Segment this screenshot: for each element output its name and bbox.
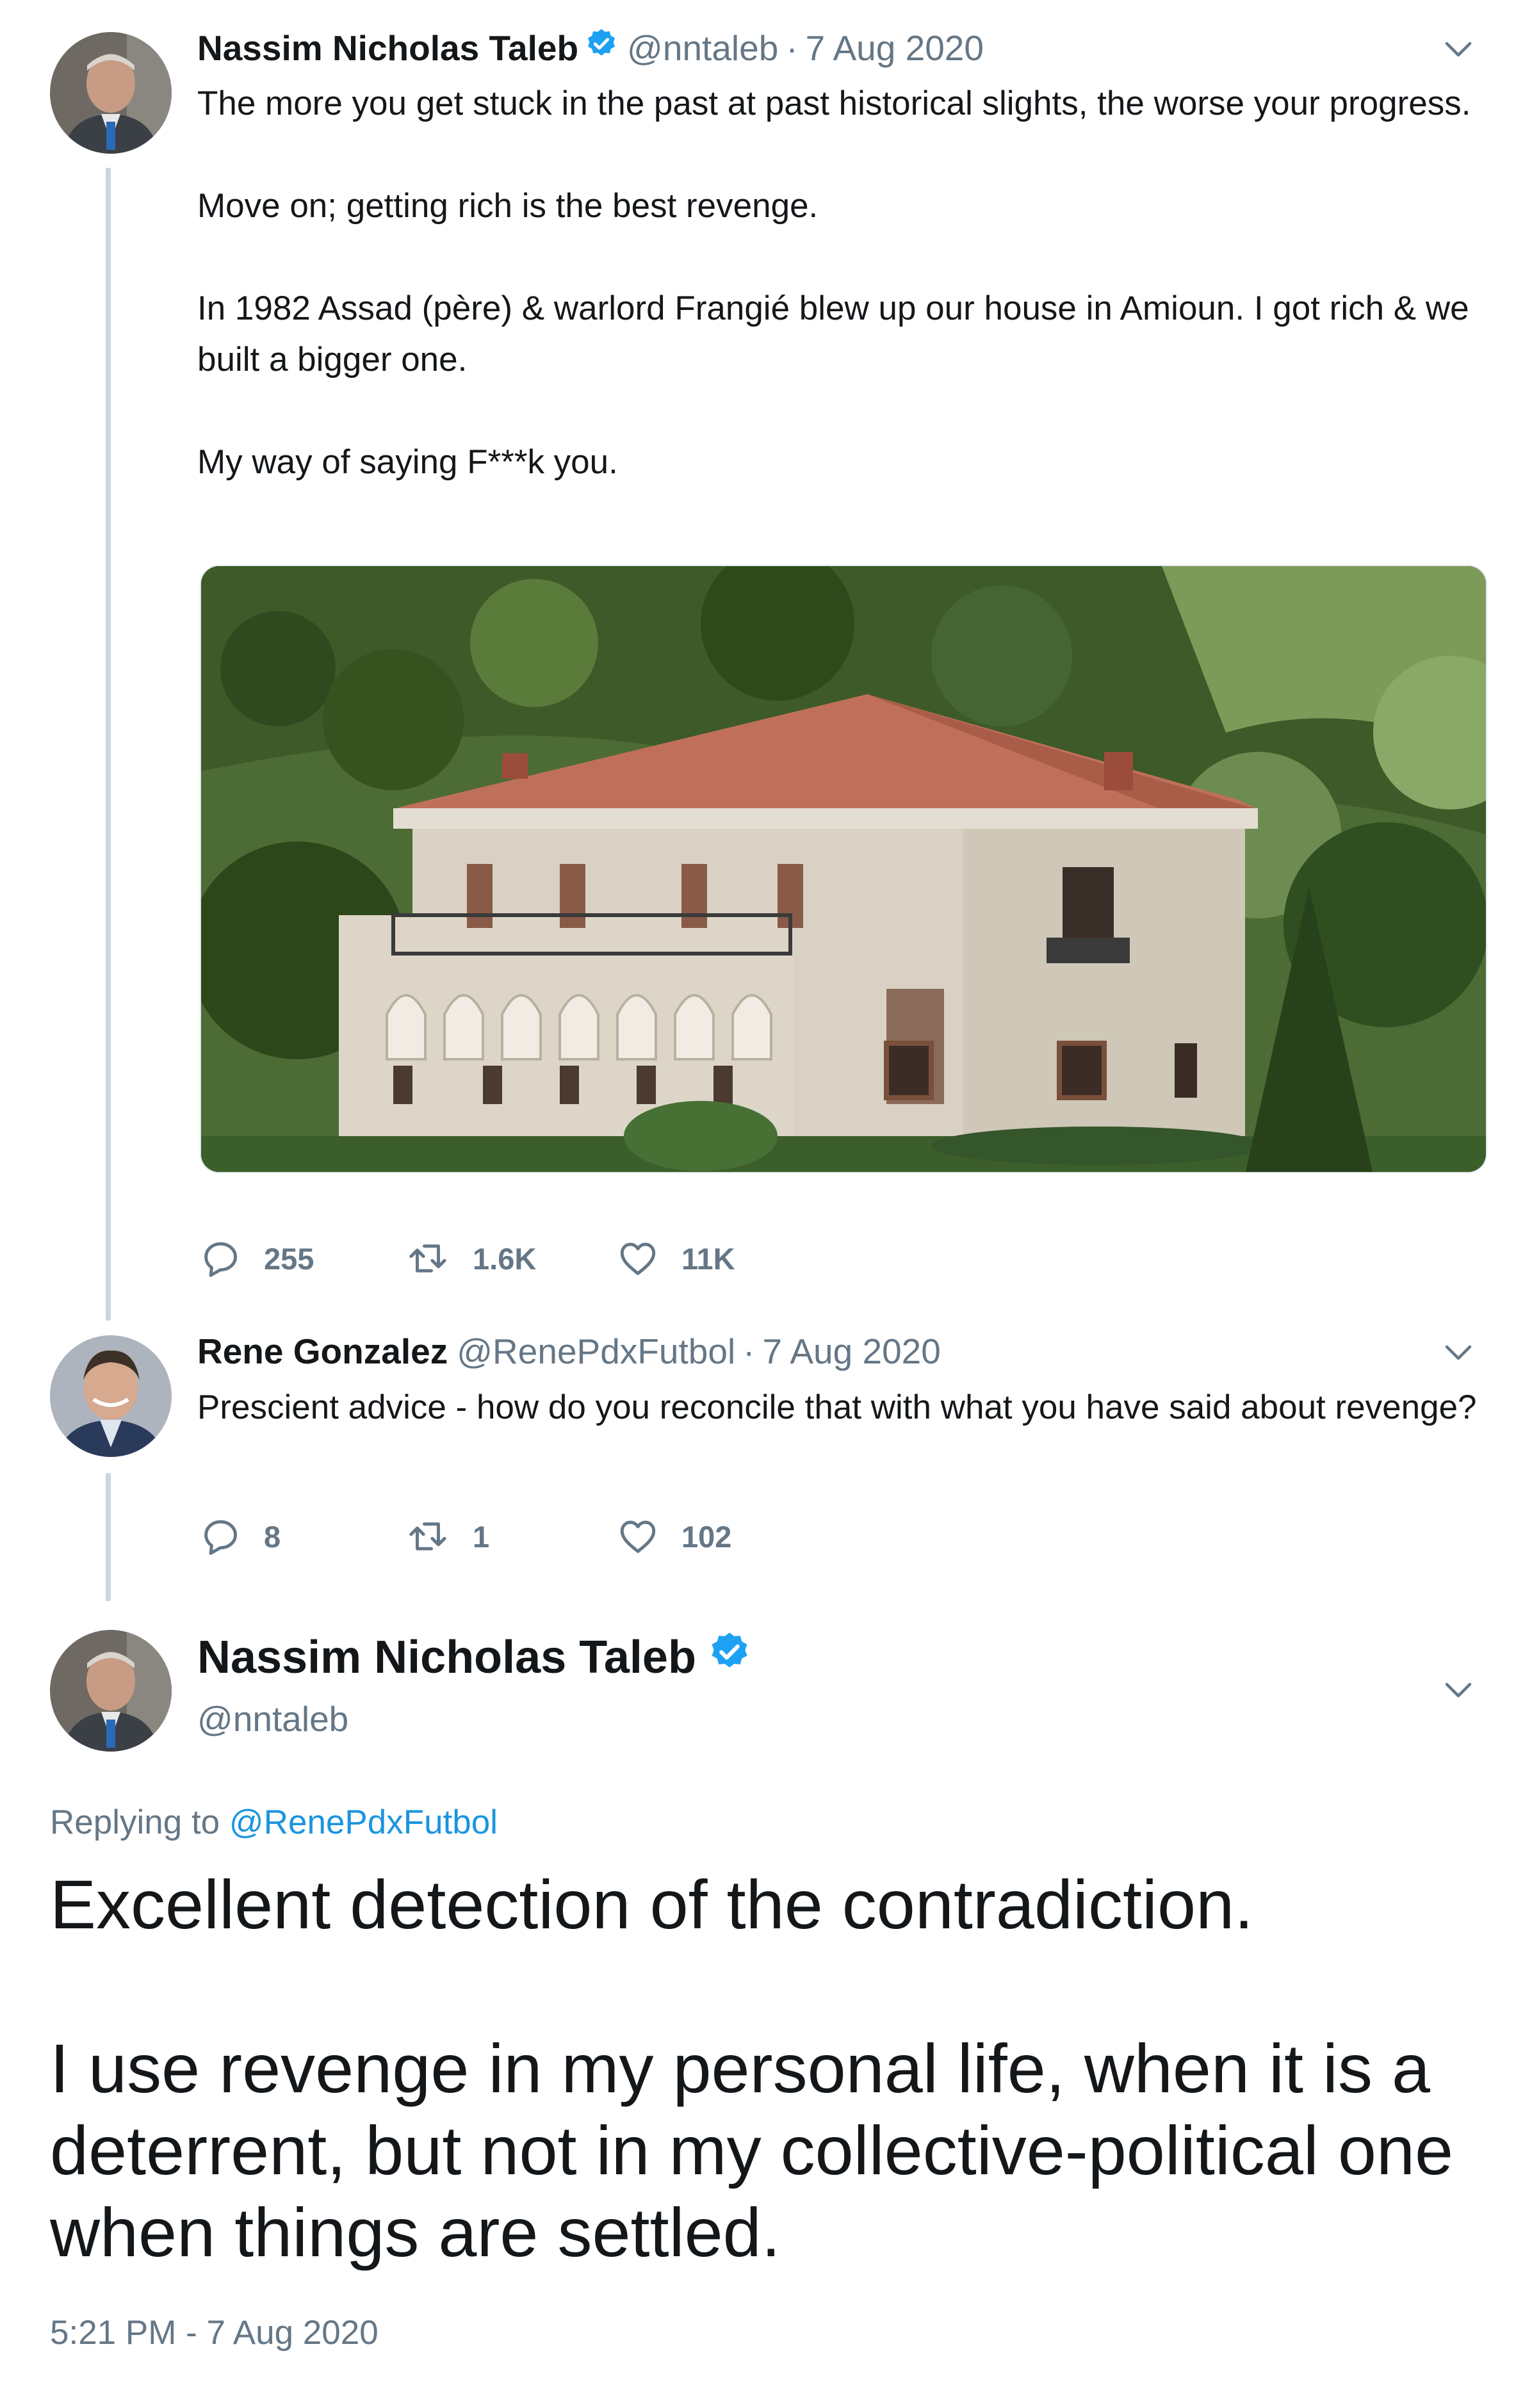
tweet-header: Nassim Nicholas Taleb @nntaleb · 7 Aug 2… (197, 27, 984, 69)
like-count: 11K (681, 1241, 735, 1276)
author-name[interactable]: Rene Gonzalez (197, 1331, 448, 1372)
retweet-action[interactable]: 1 (405, 1515, 616, 1558)
tweet-paragraph: The more you get stuck in the past at pa… (197, 85, 1471, 122)
replying-to-label: Replying to (50, 1803, 229, 1841)
like-count: 102 (681, 1519, 732, 1554)
reply-count: 8 (264, 1519, 281, 1554)
tweet-date[interactable]: 7 Aug 2020 (763, 1331, 941, 1372)
avatar[interactable] (50, 1335, 172, 1457)
tweet-actions: 255 1.6K 11K (200, 1237, 735, 1280)
tweet-paragraph: Prescient advice - how do you reconcile … (197, 1388, 1477, 1426)
tweet-paragraph: Excellent detection of the contradiction… (50, 1866, 1254, 1943)
author-handle[interactable]: @nntaleb (197, 1698, 348, 1739)
tweet-date[interactable]: 7 Aug 2020 (806, 28, 984, 69)
author-name[interactable]: Nassim Nicholas Taleb (197, 1631, 696, 1684)
heart-icon (620, 1242, 656, 1275)
author-handle[interactable]: @RenePdxFutbol (457, 1331, 735, 1372)
separator: · (786, 28, 798, 68)
reply-action[interactable]: 8 (200, 1515, 405, 1558)
avatar[interactable] (50, 32, 172, 154)
tweet-actions: 8 1 102 (200, 1515, 731, 1558)
retweet-count: 1.6K (473, 1241, 537, 1276)
like-action[interactable]: 102 (616, 1515, 731, 1558)
verified-badge-icon (585, 27, 618, 69)
retweet-icon (409, 1522, 446, 1550)
like-action[interactable]: 11K (616, 1237, 735, 1280)
chevron-down-icon[interactable] (1441, 1673, 1476, 1707)
reply-action[interactable]: 255 (200, 1237, 405, 1280)
thread-connector (106, 168, 111, 1321)
retweet-action[interactable]: 1.6K (405, 1237, 616, 1280)
author-name-row: Nassim Nicholas Taleb (197, 1630, 751, 1684)
chevron-down-icon[interactable] (1441, 32, 1476, 67)
tweet-text: Prescient advice - how do you reconcile … (197, 1382, 1491, 1433)
tweet-photo[interactable] (200, 565, 1487, 1173)
retweet-count: 1 (473, 1519, 490, 1554)
author-name[interactable]: Nassim Nicholas Taleb (197, 28, 578, 69)
retweet-icon (409, 1244, 446, 1273)
reply-count: 255 (264, 1241, 314, 1276)
tweet-text: Excellent detection of the contradiction… (50, 1864, 1497, 2274)
tweet-paragraph: In 1982 Assad (père) & warlord Frangié b… (197, 289, 1469, 378)
reply-bubble-icon (204, 1520, 238, 1555)
tweet-paragraph: Move on; getting rich is the best reveng… (197, 187, 819, 225)
heart-icon (620, 1520, 656, 1553)
author-handle[interactable]: @nntaleb (627, 28, 778, 69)
verified-badge-icon (708, 1630, 751, 1684)
avatar[interactable] (50, 1630, 172, 1752)
tweet-header: Rene Gonzalez @RenePdxFutbol · 7 Aug 202… (197, 1331, 941, 1372)
tweet-paragraph: I use revenge in my personal life, when … (50, 2030, 1454, 2271)
thread-connector (106, 1473, 111, 1601)
tweet-timestamp[interactable]: 5:21 PM - 7 Aug 2020 (50, 2313, 379, 2352)
replying-to: Replying to @RenePdxFutbol (50, 1803, 498, 1842)
separator: · (743, 1331, 755, 1371)
replying-to-mention[interactable]: @RenePdxFutbol (229, 1803, 498, 1841)
tweet-text: The more you get stuck in the past at pa… (197, 78, 1491, 488)
tweet-paragraph: My way of saying F***k you. (197, 443, 618, 481)
reply-bubble-icon (204, 1242, 238, 1277)
chevron-down-icon[interactable] (1441, 1335, 1476, 1370)
